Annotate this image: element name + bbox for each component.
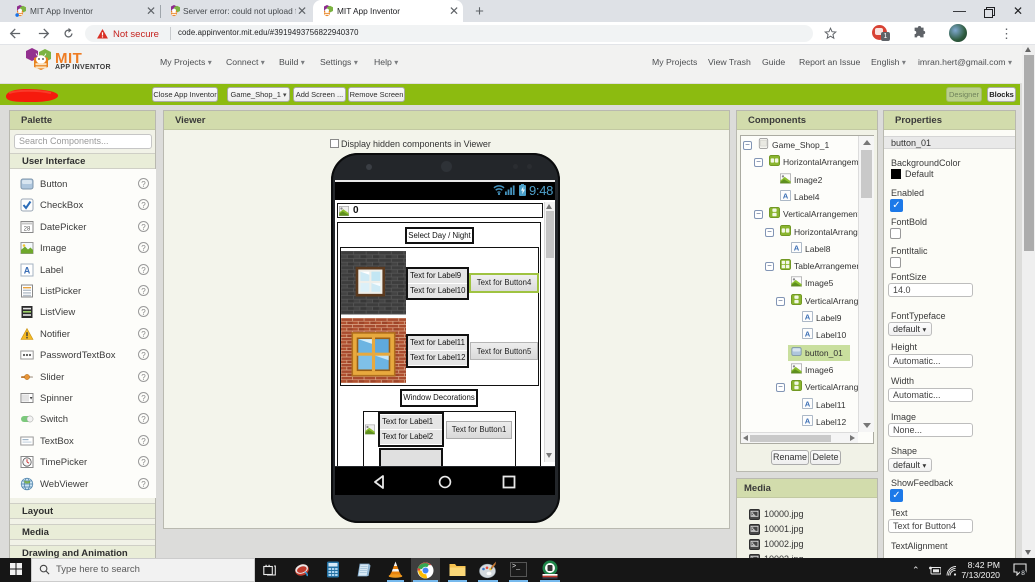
svg-text:8: 8 <box>1021 570 1025 576</box>
svg-text:28: 28 <box>24 226 31 232</box>
svg-text:A: A <box>24 265 31 275</box>
svg-text:A: A <box>805 399 811 408</box>
svg-text:A: A <box>805 416 811 425</box>
svg-text:A: A <box>805 312 811 321</box>
svg-text:A: A <box>783 191 789 200</box>
svg-text:A: A <box>805 330 811 339</box>
svg-text:A: A <box>794 243 800 252</box>
